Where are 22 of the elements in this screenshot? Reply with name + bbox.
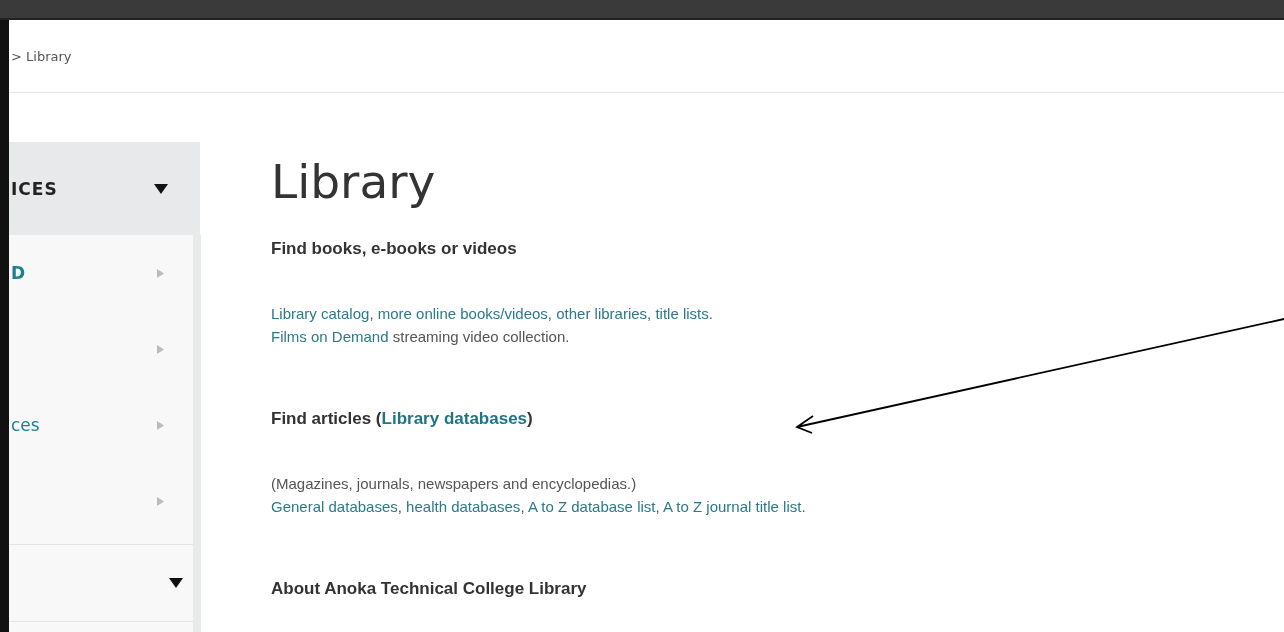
link[interactable]: Library catalog — [271, 305, 370, 322]
link[interactable]: Films on Demand — [271, 328, 389, 345]
link[interactable]: A to Z database list — [527, 498, 656, 515]
sidebar-item[interactable]: ces — [11, 415, 40, 435]
sidebar-header[interactable]: ICES — [9, 142, 200, 235]
link[interactable]: General databases — [271, 498, 398, 515]
sidebar-item[interactable]: D — [11, 263, 26, 283]
text-line: Films on Demand streaming video collection. — [271, 327, 571, 347]
sidebar-header-label: ICES — [11, 178, 58, 199]
text-line: (Magazines, journals, newspapers and encyclopedias.) — [271, 474, 638, 494]
link[interactable]: health databases — [406, 498, 521, 515]
breadcrumb[interactable]: > Library — [11, 48, 72, 64]
link[interactable]: A to Z journal title list — [663, 498, 802, 515]
link[interactable]: more online books/videos — [377, 305, 548, 322]
page-title: Library — [271, 153, 437, 211]
section-heading: About Anoka Technical College Library — [271, 578, 588, 600]
text-line: Library catalog, more online books/videos, other libraries, title lists. — [271, 304, 714, 324]
text-line: General databases, health databases, A to Z database list, A to Z journal title list. — [271, 497, 806, 517]
section-heading: Find books, e-books or videos — [271, 238, 518, 260]
link[interactable]: title lists — [655, 305, 709, 322]
section-heading: Find articles (Library databases) — [271, 408, 534, 430]
link[interactable]: Library databases — [381, 409, 528, 428]
